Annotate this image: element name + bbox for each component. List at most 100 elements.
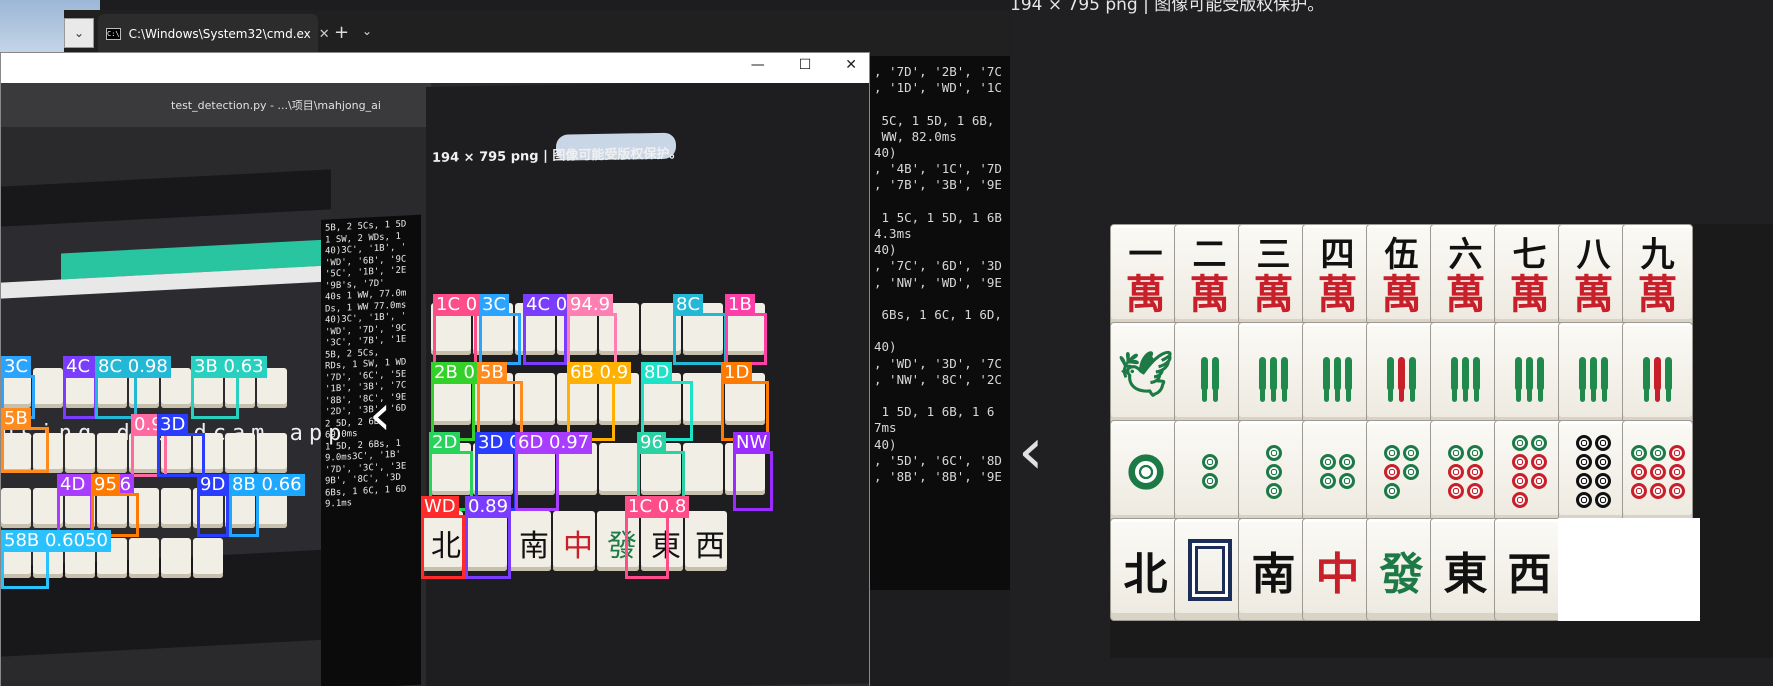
bamboo-stick — [1643, 356, 1650, 391]
dot — [1649, 463, 1666, 480]
honor-tile: 中 — [1302, 518, 1373, 621]
dot — [1512, 454, 1528, 470]
tile-numeral: 七 — [1512, 234, 1547, 275]
bamboo-sticks — [1579, 356, 1608, 391]
dot — [1201, 473, 1218, 489]
detection-box: 0.89 — [465, 496, 512, 579]
detection-label: 96 — [637, 432, 666, 454]
dot — [1384, 463, 1400, 480]
bamboo-stick — [1590, 356, 1597, 391]
detection-box: 3C — [479, 294, 521, 365]
dot — [1384, 444, 1400, 461]
empty-slot — [1558, 518, 1700, 621]
character-tile: 三萬 — [1238, 224, 1309, 327]
dot — [1630, 444, 1647, 461]
detection-box: 58B 0.6050 — [1, 530, 111, 589]
dot — [1201, 454, 1218, 470]
bamboo-stick — [1579, 356, 1586, 391]
dot-cluster — [1265, 444, 1282, 499]
detection-box: 3B 0.63 — [191, 356, 267, 419]
photo-tile — [129, 538, 159, 578]
detection-box: 1C 0.8 — [433, 294, 498, 365]
character-tile: 八萬 — [1558, 224, 1629, 327]
detection-label: 95 — [91, 474, 120, 496]
character-tile: 二萬 — [1174, 224, 1245, 327]
character-tile: 七萬 — [1494, 224, 1565, 327]
tile-numeral: 八 — [1576, 234, 1611, 275]
dot-cluster — [1127, 453, 1164, 490]
dot — [1531, 435, 1547, 451]
detection-box: WD — [421, 496, 465, 579]
photo-honor-glyph: 中 — [563, 529, 593, 564]
image-caption: 194 × 795 png | 图像可能受版权保护。 — [1010, 0, 1325, 15]
detection-box: 8C 0.98 — [95, 356, 171, 419]
bamboo-tile — [1238, 322, 1309, 425]
detection-box: 8C — [673, 294, 727, 365]
dots-tile — [1174, 420, 1245, 523]
dot-cluster — [1384, 444, 1419, 499]
dropdown-icon[interactable]: ⌄ — [64, 18, 94, 48]
dot — [1576, 435, 1592, 451]
close-tab-icon[interactable]: ✕ — [319, 27, 330, 42]
camera-photo: test_detection.py - ...\项目\mahjong_ai 5B… — [1, 83, 869, 686]
bamboo-stick — [1665, 356, 1672, 391]
character-tile: 九萬 — [1622, 224, 1693, 327]
chevron-left-icon: ‹ — [369, 383, 392, 448]
bamboo-stick — [1270, 356, 1277, 391]
dot — [1384, 482, 1400, 499]
tab-menu-chevron-icon[interactable]: ⌄ — [362, 24, 372, 38]
laptop-screen: 5B, 2 5Cs, 1 5D 1 SW, 2 WDs, 1 40)3C', '… — [1, 169, 421, 686]
monitor-caption: 194 × 795 png | 图像可能受版权保护。 — [432, 146, 683, 166]
detection-box: 3D — [157, 414, 205, 477]
honor-glyph: 東 — [1443, 548, 1488, 600]
tile-numeral: 一 — [1128, 234, 1163, 275]
dot — [1339, 473, 1355, 489]
dot-cluster — [1320, 454, 1355, 489]
photo-tile — [599, 443, 639, 495]
terminal-tab-title: C:\Windows\System32\cmd.ex — [128, 27, 311, 41]
new-tab-button[interactable]: + — [334, 22, 349, 43]
character-tile: 一萬 — [1110, 224, 1181, 327]
detection-label: 1D — [721, 362, 753, 384]
bamboo-stick — [1654, 356, 1661, 391]
detection-box: 6D 0.97 — [515, 432, 593, 511]
detection-label: 8C 0.98 — [95, 356, 171, 378]
character-tile: 伍萬 — [1366, 224, 1437, 327]
bamboo-stick — [1334, 356, 1341, 391]
detection-label: 5B — [1, 408, 31, 430]
detection-box: 4C 0.97 — [63, 356, 139, 419]
bamboo-stick — [1473, 356, 1480, 391]
detection-label: 3B 0.63 — [191, 356, 267, 378]
laptop-terminal-text: 5B, 2 5Cs, 1 5D 1 SW, 2 WDs, 1 40)3C', '… — [325, 219, 407, 510]
bamboo-stick — [1259, 356, 1266, 391]
maximize-button[interactable]: ☐ — [799, 57, 812, 73]
dot-cluster — [1201, 454, 1218, 489]
dot — [1576, 492, 1592, 508]
dot — [1649, 482, 1666, 499]
terminal-tab[interactable]: C:\ C:\Windows\System32\cmd.ex ✕ — [98, 14, 330, 54]
honor-glyph: 西 — [1507, 548, 1552, 600]
dot — [1403, 463, 1419, 480]
bamboo-tile — [1430, 322, 1501, 425]
detection-box: 1C 0.8 — [625, 496, 690, 579]
dot — [1531, 454, 1547, 470]
bamboo-tile — [1174, 322, 1245, 425]
dot — [1265, 444, 1282, 461]
dot — [1595, 473, 1611, 489]
dot — [1339, 454, 1355, 470]
dot — [1448, 463, 1464, 480]
bamboo-tile — [1494, 322, 1565, 425]
terminal-text: , '7D', '2B', '7C , '1D', 'WD', '1C 5C, … — [874, 64, 1002, 485]
close-button[interactable]: ✕ — [845, 57, 857, 73]
previous-arrow-icon[interactable]: ‹ — [1018, 420, 1044, 484]
dots-tile — [1430, 420, 1501, 523]
photo-tile — [97, 433, 127, 473]
minimize-button[interactable]: — — [751, 57, 765, 73]
tile-suit-mark: 萬 — [1509, 270, 1550, 318]
dot — [1649, 444, 1666, 461]
detection-label: 94.9 — [567, 294, 614, 316]
dot — [1576, 454, 1592, 470]
bamboo-sticks — [1451, 356, 1480, 391]
terminal-output[interactable]: , '7D', '2B', '7C , '1D', 'WD', '1C 5C, … — [862, 56, 1010, 590]
dot — [1512, 492, 1528, 508]
